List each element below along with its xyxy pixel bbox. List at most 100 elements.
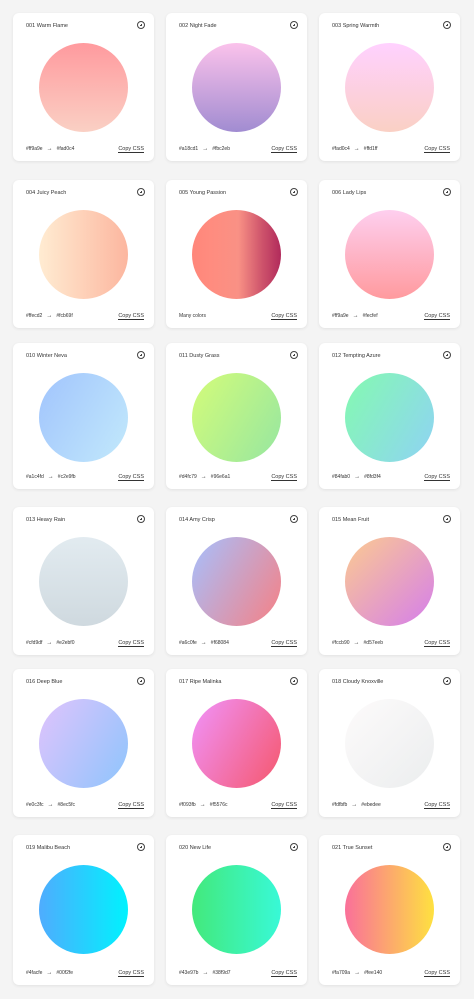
copy-css-button[interactable]: Copy CSS	[118, 474, 144, 481]
add-circle-icon[interactable]	[443, 21, 451, 29]
gradient-swatch[interactable]	[345, 865, 434, 954]
add-circle-icon[interactable]	[137, 515, 145, 523]
copy-css-button[interactable]: Copy CSS	[271, 313, 297, 320]
gradient-swatch[interactable]	[192, 373, 281, 462]
add-circle-icon[interactable]	[290, 21, 298, 29]
add-circle-icon[interactable]	[290, 843, 298, 851]
add-circle-icon[interactable]	[137, 351, 145, 359]
color-from: #fa709a	[332, 970, 351, 976]
color-from: #a18cd1	[179, 146, 199, 152]
add-circle-icon[interactable]	[443, 677, 451, 685]
add-circle-icon[interactable]	[290, 188, 298, 196]
gradient-colors: #cfd9df → #e2ebf0	[26, 640, 74, 646]
add-circle-icon[interactable]	[137, 21, 145, 29]
gradient-card: 004 Juicy Peach #ffecd2 → #fcb69f Copy CSS	[13, 180, 154, 328]
add-circle-icon[interactable]	[137, 843, 145, 851]
color-to: #ebedee	[361, 802, 381, 808]
color-from: #cfd9df	[26, 640, 43, 646]
gradient-colors: #4facfe → #00f2fe	[26, 970, 73, 976]
arrow-right-icon: →	[353, 146, 360, 152]
copy-css-button[interactable]: Copy CSS	[118, 640, 144, 647]
copy-css-button[interactable]: Copy CSS	[424, 802, 450, 809]
gradient-colors: #a18cd1 → #fbc2eb	[179, 146, 230, 152]
gradient-colors: #fdfbfb → #ebedee	[332, 802, 381, 808]
gradient-swatch[interactable]	[39, 43, 128, 132]
color-to: #e2ebf0	[56, 640, 75, 646]
gradient-swatch[interactable]	[192, 699, 281, 788]
gradient-swatch[interactable]	[345, 537, 434, 626]
arrow-right-icon: →	[354, 970, 361, 976]
copy-css-button[interactable]: Copy CSS	[271, 970, 297, 977]
copy-css-button[interactable]: Copy CSS	[424, 313, 450, 320]
gradient-swatch[interactable]	[192, 43, 281, 132]
add-circle-icon[interactable]	[443, 188, 451, 196]
gradient-card: 005 Young Passion Many colors Copy CSS	[166, 180, 307, 328]
gradient-swatch[interactable]	[345, 210, 434, 299]
copy-css-button[interactable]: Copy CSS	[271, 640, 297, 647]
add-circle-icon[interactable]	[137, 188, 145, 196]
gradient-swatch[interactable]	[39, 537, 128, 626]
gradient-swatch[interactable]	[39, 865, 128, 954]
color-to: #fee140	[364, 970, 383, 976]
gradient-card: 014 Amy Crisp #a6c0fe → #f68084 Copy CSS	[166, 507, 307, 655]
arrow-right-icon: →	[352, 313, 359, 319]
add-circle-icon[interactable]	[290, 351, 298, 359]
color-from: #ff9a9e	[26, 146, 43, 152]
gradient-colors: #fccb90 → #d57eeb	[332, 640, 383, 646]
color-to: #8ec5fc	[57, 802, 76, 808]
add-circle-icon[interactable]	[443, 351, 451, 359]
gradient-swatch[interactable]	[345, 699, 434, 788]
color-from: #fccb90	[332, 640, 350, 646]
gradient-card: 019 Malibu Beach #4facfe → #00f2fe Copy CSS	[13, 835, 154, 985]
copy-css-button[interactable]: Copy CSS	[424, 146, 450, 153]
color-from: #43e97b	[179, 970, 199, 976]
gradient-swatch[interactable]	[192, 865, 281, 954]
gradient-title: 016 Deep Blue	[26, 679, 63, 685]
gradient-swatch[interactable]	[39, 373, 128, 462]
gradient-colors: #fad0c4 → #ffd1ff	[332, 146, 378, 152]
many-colors-label: Many colors	[179, 313, 206, 319]
color-from: #a1c4fd	[26, 474, 44, 480]
copy-css-button[interactable]: Copy CSS	[424, 474, 450, 481]
gradient-title: 004 Juicy Peach	[26, 190, 67, 196]
color-from: #4facfe	[26, 970, 43, 976]
copy-css-button[interactable]: Copy CSS	[424, 640, 450, 647]
add-circle-icon[interactable]	[290, 515, 298, 523]
gradient-card: 011 Dusty Grass #d4fc79 → #96e6a1 Copy CSS	[166, 343, 307, 489]
color-to: #fad0c4	[56, 146, 75, 152]
gradient-colors: #84fab0 → #8fd3f4	[332, 474, 381, 480]
gradient-title: 014 Amy Crisp	[179, 517, 215, 523]
copy-css-button[interactable]: Copy CSS	[271, 802, 297, 809]
add-circle-icon[interactable]	[290, 677, 298, 685]
add-circle-icon[interactable]	[443, 515, 451, 523]
copy-css-button[interactable]: Copy CSS	[118, 802, 144, 809]
copy-css-button[interactable]: Copy CSS	[271, 146, 297, 153]
gradient-swatch[interactable]	[192, 210, 281, 299]
gradient-colors: #ff9a9e → #fad0c4	[26, 146, 74, 152]
color-from: #ffecd2	[26, 313, 43, 319]
gradient-swatch[interactable]	[192, 537, 281, 626]
gradient-colors: #ffecd2 → #fcb69f	[26, 313, 73, 319]
gradient-title: 019 Malibu Beach	[26, 845, 71, 851]
arrow-right-icon: →	[46, 640, 53, 646]
arrow-right-icon: →	[354, 474, 361, 480]
gradient-title: 011 Dusty Grass	[179, 353, 220, 359]
gradient-swatch[interactable]	[345, 43, 434, 132]
copy-css-button[interactable]: Copy CSS	[118, 313, 144, 320]
copy-css-button[interactable]: Copy CSS	[424, 970, 450, 977]
color-from: #84fab0	[332, 474, 351, 480]
color-to: #ffd1ff	[363, 146, 378, 152]
gradient-colors: #ff9a9e → #fecfef	[332, 313, 378, 319]
add-circle-icon[interactable]	[443, 843, 451, 851]
gradient-swatch[interactable]	[39, 699, 128, 788]
color-to: #fecfef	[362, 313, 378, 319]
add-circle-icon[interactable]	[137, 677, 145, 685]
gradient-swatch[interactable]	[345, 373, 434, 462]
gradient-swatch[interactable]	[39, 210, 128, 299]
copy-css-button[interactable]: Copy CSS	[271, 474, 297, 481]
copy-css-button[interactable]: Copy CSS	[118, 146, 144, 153]
copy-css-button[interactable]: Copy CSS	[118, 970, 144, 977]
color-from: #f093fb	[179, 802, 196, 808]
gradient-colors: #f093fb → #f5576c	[179, 802, 227, 808]
gradient-title: 021 True Sunset	[332, 845, 373, 851]
